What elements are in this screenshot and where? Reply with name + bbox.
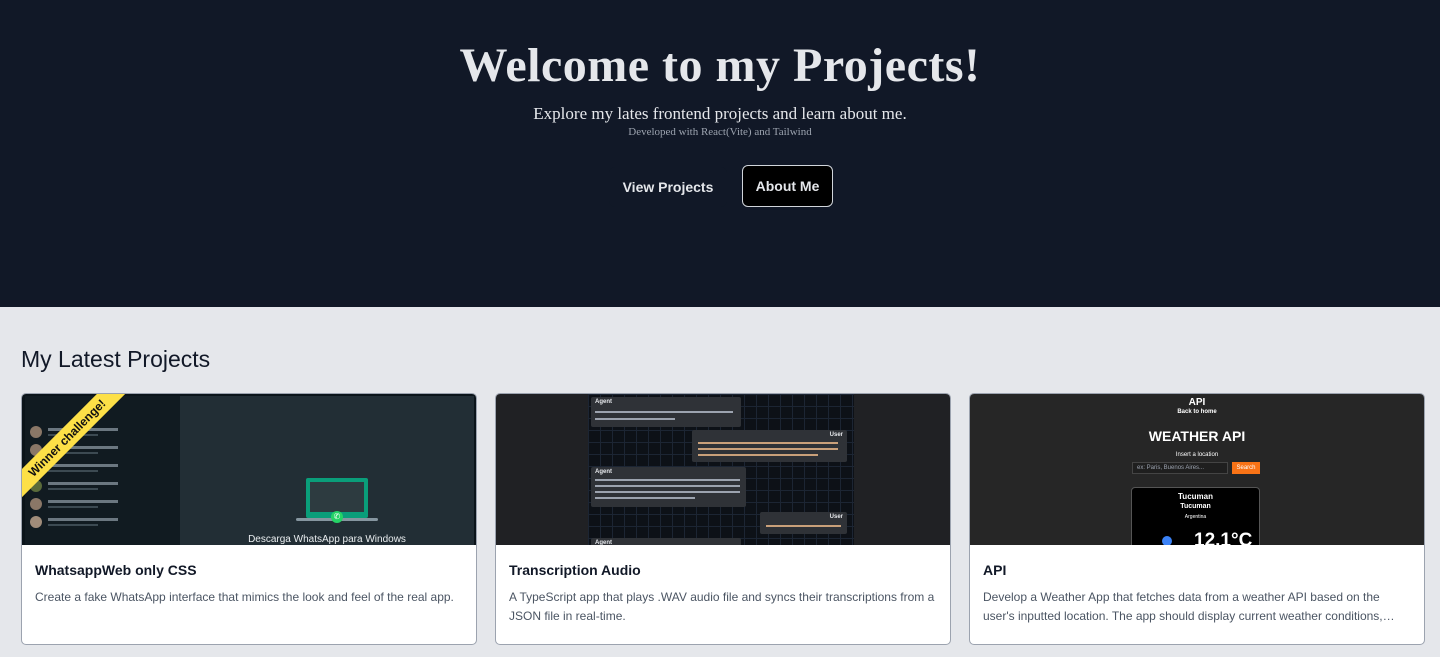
thumb-heading: WEATHER API	[1148, 428, 1246, 444]
hero-subtitle: Explore my lates frontend projects and l…	[533, 104, 907, 123]
thumb-insert-label: Insert a location	[1175, 452, 1219, 458]
thumb-weather-panel: Tucuman Tucuman Argentina 12.1°C	[1131, 487, 1260, 545]
agent-message: Agent	[591, 397, 741, 427]
view-projects-button[interactable]: View Projects	[609, 167, 727, 207]
project-title: API	[983, 562, 1007, 578]
thumb-temperature: 12.1°C	[1194, 530, 1253, 545]
thumb-region: Tucuman	[1180, 503, 1211, 510]
thumb-caption: Descarga WhatsApp para Windows	[248, 534, 406, 545]
project-description: A TypeScript app that plays .WAV audio f…	[509, 590, 935, 623]
project-thumbnail: API Back to home WEATHER API Insert a lo…	[970, 394, 1424, 545]
user-message: User	[692, 430, 847, 462]
thumb-search-button: Search	[1232, 462, 1260, 474]
thumb-country: Argentina	[1184, 514, 1207, 520]
user-message: User	[760, 512, 847, 534]
project-thumbnail: ✆ Descarga WhatsApp para Windows Winner …	[22, 394, 476, 545]
project-card-transcription[interactable]: Agent User Agent User Agent Transcriptio…	[495, 393, 951, 645]
agent-message: Agent	[591, 538, 741, 545]
section-title: My Latest Projects	[21, 346, 211, 372]
hero-section: Welcome to my Projects! Explore my lates…	[0, 0, 1440, 307]
project-title: Transcription Audio	[509, 562, 641, 578]
thumb-location-input: ex: Paris, Buenos Aires...	[1132, 462, 1228, 474]
hero-title: Welcome to my Projects!	[459, 39, 981, 92]
thumb-city: Tucuman	[1178, 492, 1213, 501]
thumb-app-title: API	[1188, 397, 1206, 408]
thumb-main-panel: ✆ Descarga WhatsApp para Windows	[180, 396, 474, 545]
project-card-api[interactable]: API Back to home WEATHER API Insert a lo…	[969, 393, 1425, 645]
thumb-back-link: Back to home	[1177, 409, 1217, 415]
project-thumbnail: Agent User Agent User Agent	[496, 394, 950, 545]
project-description: Create a fake WhatsApp interface that mi…	[35, 590, 454, 604]
project-card-whatsapp[interactable]: ✆ Descarga WhatsApp para Windows Winner …	[21, 393, 477, 645]
whatsapp-logo-icon: ✆	[331, 511, 343, 523]
project-title: WhatsappWeb only CSS	[35, 562, 197, 578]
thumb-chat-area: Agent User Agent User Agent	[588, 394, 854, 545]
agent-message: Agent	[591, 467, 746, 507]
about-me-button[interactable]: About Me	[742, 165, 833, 207]
project-description: Develop a Weather App that fetches data …	[983, 590, 1383, 623]
hero-tech-note: Developed with React(Vite) and Tailwind	[628, 126, 812, 138]
weather-icon	[1162, 536, 1172, 545]
